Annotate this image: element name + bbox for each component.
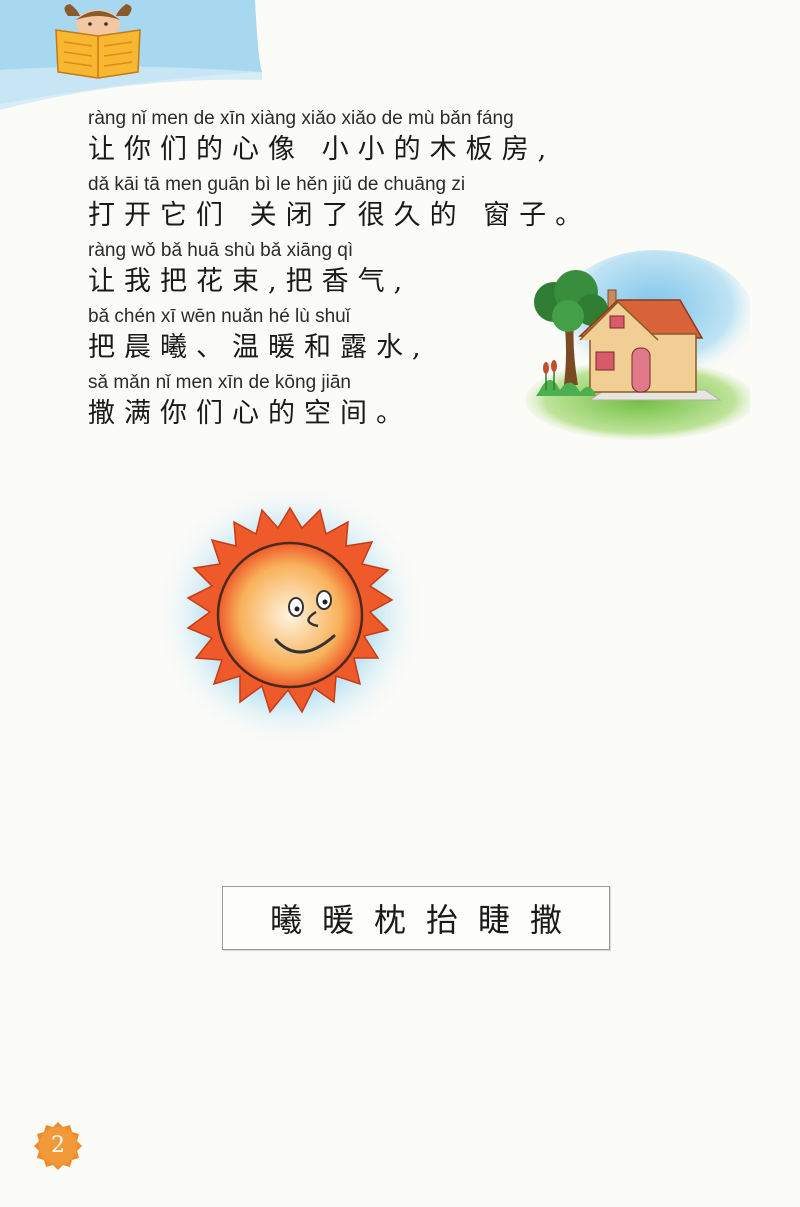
poem-line-2-pinyin: dǎ kāi tā men guān bì le hěn jiǔ de chuā…	[88, 174, 466, 195]
poem-line-1-pinyin: ràng nǐ men de xīn xiàng xiǎo xiǎo de mù…	[88, 108, 514, 129]
reading-child-banner	[0, 0, 262, 110]
poem-line-1-hanzi: 让你们的心像 小小的木板房,	[88, 134, 556, 165]
vocabulary-box: 曦暖枕抬睫撒	[222, 886, 610, 950]
house-illustration	[525, 250, 750, 440]
page-number: 2	[51, 1133, 65, 1158]
vocabulary-characters: 曦暖枕抬睫撒	[269, 901, 582, 939]
child-reading-icon	[55, 4, 141, 79]
poem-line-2-hanzi: 打开它们 关闭了很久的 窗子。	[88, 200, 592, 231]
smiling-sun-illustration	[155, 480, 425, 750]
